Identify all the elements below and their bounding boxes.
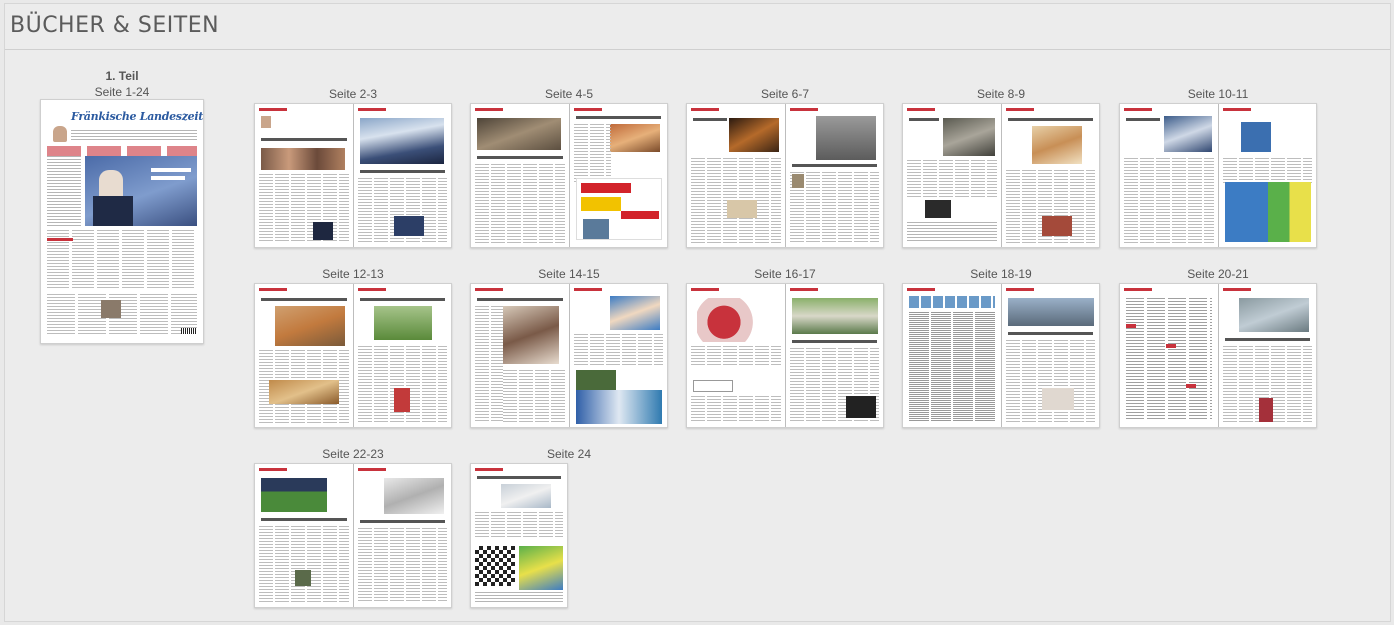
page-thumbnail xyxy=(255,464,353,607)
masthead: Fränkische Landeszeitung xyxy=(71,110,204,123)
page-thumbnail xyxy=(1120,284,1218,427)
spread-thumbnail[interactable] xyxy=(686,283,884,428)
page-thumbnail xyxy=(1000,284,1099,427)
page-thumbnail xyxy=(568,104,667,247)
author-photo xyxy=(53,126,67,142)
page-thumbnail xyxy=(784,104,883,247)
spread-thumbnail[interactable] xyxy=(254,283,452,428)
cover-thumbnail[interactable]: Fränkische Landeszeitung xyxy=(40,99,204,344)
spread-thumbnail[interactable] xyxy=(254,103,452,248)
page-thumbnail xyxy=(903,284,1001,427)
page-thumbnail xyxy=(903,104,1001,247)
page-thumbnail xyxy=(1217,284,1316,427)
spread-label: Seite 4-5 xyxy=(544,87,594,101)
page-thumbnail xyxy=(471,464,567,607)
page-thumbnail xyxy=(1000,104,1099,247)
spread-thumbnail[interactable] xyxy=(254,463,452,608)
cover-text xyxy=(71,130,197,140)
page-thumbnail xyxy=(471,284,569,427)
page-thumbnail xyxy=(352,284,451,427)
page-thumbnail xyxy=(687,284,785,427)
spread-label: Seite 2-3 xyxy=(328,87,378,101)
spread-thumbnail[interactable] xyxy=(1119,103,1317,248)
spread-label: Seite 12-13 xyxy=(322,267,384,281)
book-title: 1. Teil xyxy=(105,69,139,83)
page-thumbnail xyxy=(784,284,883,427)
header-divider xyxy=(5,49,1390,50)
page-thumbnail xyxy=(568,284,667,427)
spread-label: Seite 20-21 xyxy=(1187,267,1249,281)
spread-thumbnail[interactable] xyxy=(902,103,1100,248)
spread-thumbnail[interactable] xyxy=(902,283,1100,428)
page-thumbnail xyxy=(687,104,785,247)
spread-label: Seite 24 xyxy=(546,447,592,461)
cover-photo xyxy=(85,156,197,226)
spread-thumbnail[interactable] xyxy=(470,463,568,608)
spread-label: Seite 6-7 xyxy=(760,87,810,101)
page-thumbnail xyxy=(255,104,353,247)
page-thumbnail xyxy=(352,464,451,607)
spread-label: Seite 14-15 xyxy=(538,267,600,281)
page-thumbnail xyxy=(1217,104,1316,247)
spread-thumbnail[interactable] xyxy=(1119,283,1317,428)
spread-thumbnail[interactable] xyxy=(470,283,668,428)
page-thumbnail xyxy=(255,284,353,427)
spread-thumbnail[interactable] xyxy=(686,103,884,248)
spread-label: Seite 8-9 xyxy=(976,87,1026,101)
spread-label: Seite 10-11 xyxy=(1187,87,1249,101)
page-thumbnail xyxy=(471,104,569,247)
cover-teasers xyxy=(47,146,197,156)
page-title: BÜCHER & SEITEN xyxy=(10,13,220,38)
spread-label: Seite 16-17 xyxy=(754,267,816,281)
page-thumbnail xyxy=(1120,104,1218,247)
spread-label: Seite 22-23 xyxy=(322,447,384,461)
book-range: Seite 1-24 xyxy=(94,85,150,99)
page-thumbnail xyxy=(352,104,451,247)
spread-thumbnail[interactable] xyxy=(470,103,668,248)
spread-label: Seite 18-19 xyxy=(970,267,1032,281)
